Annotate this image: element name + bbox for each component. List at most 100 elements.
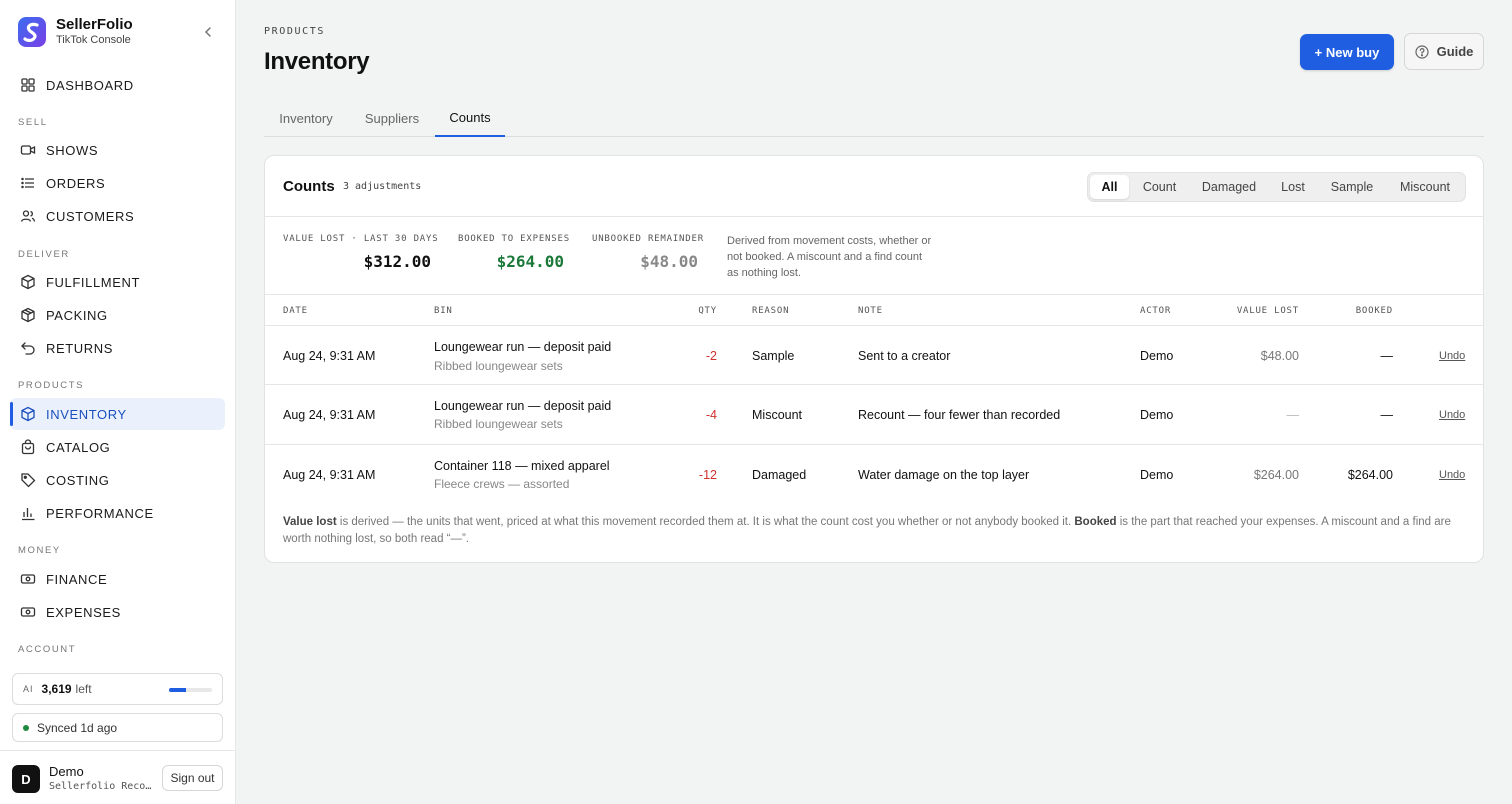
brand-name: SellerFolio xyxy=(56,16,133,33)
section-label-sell: SELL xyxy=(18,117,48,128)
unbooked-label: UNBOOKED REMAINDER xyxy=(592,234,704,244)
banknote-icon xyxy=(20,571,36,587)
column-note: NOTE xyxy=(858,306,883,316)
column-date: DATE xyxy=(283,306,308,316)
reason-filter: All Count Damaged Lost Sample Miscount xyxy=(1087,172,1466,202)
filter-damaged[interactable]: Damaged xyxy=(1191,175,1267,199)
brand[interactable]: SellerFolio TikTok Console xyxy=(18,16,133,47)
ai-credits-count: 3,619 xyxy=(41,682,72,696)
footnote-text-1: is derived — the units that went, priced… xyxy=(336,516,1075,528)
tab-bar: Inventory Suppliers Counts xyxy=(264,100,1484,137)
column-bin: BIN xyxy=(434,306,453,316)
sidebar-item-label: ORDERS xyxy=(46,175,106,191)
ai-usage-bar xyxy=(169,688,212,692)
value-lost-value: $312.00 xyxy=(363,252,431,271)
row-bin-sub: Ribbed loungewear sets xyxy=(434,359,563,373)
counts-card-header: Counts 3 adjustments All Count Damaged L… xyxy=(265,156,1483,217)
shopping-bag-icon xyxy=(20,439,36,455)
column-qty: QTY xyxy=(698,306,717,316)
sidebar-item-customers[interactable]: CUSTOMERS xyxy=(10,200,225,232)
sidebar-item-shows[interactable]: SHOWS xyxy=(10,134,225,166)
help-circle-icon xyxy=(1414,44,1429,59)
row-booked: — xyxy=(1380,408,1394,422)
guide-button[interactable]: Guide xyxy=(1404,33,1484,70)
collapse-sidebar-chevron-left-icon[interactable] xyxy=(200,24,216,40)
column-booked: BOOKED xyxy=(1355,306,1393,316)
filter-count[interactable]: Count xyxy=(1131,175,1188,199)
booked-value: $264.00 xyxy=(496,252,564,271)
row-note: Recount — four fewer than recorded xyxy=(858,408,1061,422)
row-actor: Demo xyxy=(1140,349,1174,363)
brand-subtitle: TikTok Console xyxy=(56,34,131,46)
table-row: Aug 24, 9:31 AM Container 118 — mixed ap… xyxy=(265,445,1483,504)
row-bin: Loungewear run — deposit paid xyxy=(434,340,612,354)
sidebar-item-label: COSTING xyxy=(46,472,110,488)
counts-card: Counts 3 adjustments All Count Damaged L… xyxy=(264,155,1484,563)
sidebar-item-expenses[interactable]: EXPENSES xyxy=(10,596,225,628)
tab-inventory[interactable]: Inventory xyxy=(264,100,348,137)
sidebar-item-dashboard[interactable]: DASHBOARD xyxy=(10,69,225,101)
guide-button-label: Guide xyxy=(1436,44,1474,59)
counts-title: Counts xyxy=(283,178,335,195)
sidebar-item-label: PACKING xyxy=(46,307,108,323)
sync-status[interactable]: Synced 1d ago xyxy=(12,713,223,742)
column-value-lost: VALUE LOST xyxy=(1236,306,1299,316)
sidebar-item-label: DASHBOARD xyxy=(46,77,134,93)
sidebar-item-label: FINANCE xyxy=(46,571,108,587)
unbooked-value: $48.00 xyxy=(640,252,698,271)
row-date: Aug 24, 9:31 AM xyxy=(283,349,376,363)
row-bin: Loungewear run — deposit paid xyxy=(434,399,612,413)
new-buy-button[interactable]: + New buy xyxy=(1300,34,1394,70)
row-reason: Sample xyxy=(752,349,795,363)
tab-counts[interactable]: Counts xyxy=(435,100,505,137)
sidebar-item-finance[interactable]: FINANCE xyxy=(10,563,225,595)
sidebar-item-catalog[interactable]: CATALOG xyxy=(10,431,225,463)
section-label-money: MONEY xyxy=(18,545,61,556)
sidebar-item-label: FULFILLMENT xyxy=(46,274,141,290)
user-name: Demo xyxy=(49,764,84,779)
sidebar-item-orders[interactable]: ORDERS xyxy=(10,167,225,199)
adjustments-count: 3 adjustments xyxy=(343,181,422,192)
row-date: Aug 24, 9:31 AM xyxy=(283,408,376,422)
ai-credits-suffix: left xyxy=(75,682,92,696)
sidebar-item-label: RETURNS xyxy=(46,340,114,356)
sidebar-item-label: EXPENSES xyxy=(46,604,121,620)
tab-suppliers[interactable]: Suppliers xyxy=(350,100,434,137)
user-area: D Demo Sellerfolio Recordings Sign out xyxy=(0,750,235,804)
avatar: D xyxy=(12,765,40,793)
undo-link[interactable]: Undo xyxy=(1439,350,1465,362)
undo-link[interactable]: Undo xyxy=(1439,409,1465,421)
sidebar: SellerFolio TikTok Console DASHBOARD SEL… xyxy=(0,0,236,804)
column-actor: ACTOR xyxy=(1140,306,1172,316)
sidebar-item-returns[interactable]: RETURNS xyxy=(10,332,225,364)
filter-sample[interactable]: Sample xyxy=(1319,175,1385,199)
row-bin-sub: Ribbed loungewear sets xyxy=(434,417,563,431)
table-footnote: Value lost is derived — the units that w… xyxy=(283,514,1468,548)
sign-out-button[interactable]: Sign out xyxy=(162,765,223,791)
box-icon xyxy=(20,406,36,422)
booked-label: BOOKED TO EXPENSES xyxy=(458,234,570,244)
ai-usage-bar-fill xyxy=(169,688,187,692)
undo-link[interactable]: Undo xyxy=(1439,469,1465,481)
sidebar-item-costing[interactable]: COSTING xyxy=(10,464,225,496)
row-value-lost: $264.00 xyxy=(1253,468,1299,482)
sidebar-item-performance[interactable]: PERFORMANCE xyxy=(10,497,225,529)
section-label-deliver: DELIVER xyxy=(18,249,70,260)
ai-credits[interactable]: AI 3,619 left xyxy=(12,673,223,705)
row-bin: Container 118 — mixed apparel xyxy=(434,459,610,473)
table-row: Aug 24, 9:31 AM Loungewear run — deposit… xyxy=(265,326,1483,385)
filter-all[interactable]: All xyxy=(1090,175,1129,199)
row-reason: Damaged xyxy=(752,468,807,482)
stats-note: Derived from movement costs, whether or … xyxy=(727,235,932,279)
ai-tag: AI xyxy=(23,684,34,694)
sidebar-item-packing[interactable]: PACKING xyxy=(10,299,225,331)
undo-arrow-icon xyxy=(20,340,36,356)
sidebar-item-fulfillment[interactable]: FULFILLMENT xyxy=(10,266,225,298)
filter-lost[interactable]: Lost xyxy=(1269,175,1317,199)
row-value-lost: $48.00 xyxy=(1260,349,1299,363)
filter-miscount[interactable]: Miscount xyxy=(1387,175,1463,199)
sync-status-dot-icon xyxy=(23,724,29,731)
sidebar-item-inventory[interactable]: INVENTORY xyxy=(10,398,225,430)
row-note: Sent to a creator xyxy=(858,349,951,363)
row-reason: Miscount xyxy=(752,408,803,422)
